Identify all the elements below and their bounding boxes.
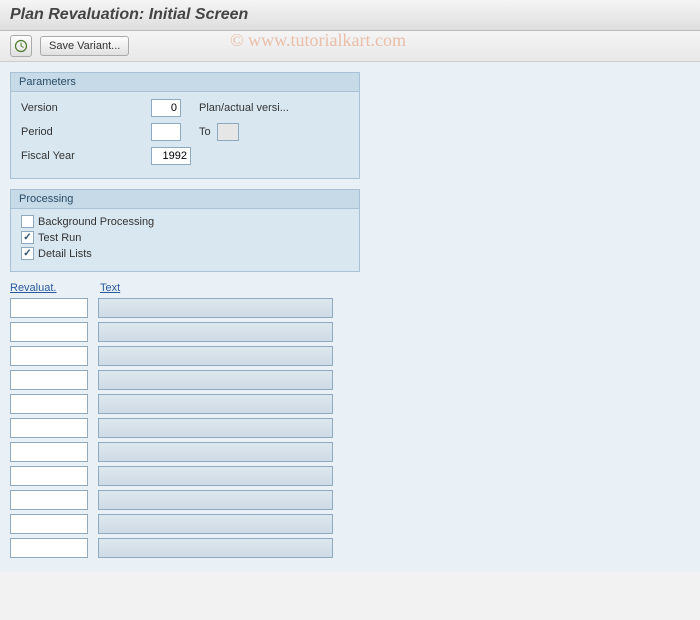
text-input[interactable]	[98, 490, 333, 510]
revaluat-input[interactable]	[10, 418, 88, 438]
revaluat-input[interactable]	[10, 298, 88, 318]
processing-group: Processing Background Processing Test Ru…	[10, 189, 360, 272]
list-row	[10, 322, 690, 342]
text-input[interactable]	[98, 418, 333, 438]
parameters-group-title: Parameters	[11, 73, 359, 92]
period-label: Period	[21, 126, 151, 138]
revaluat-input[interactable]	[10, 514, 88, 534]
detail-checkbox[interactable]	[21, 247, 34, 260]
text-input[interactable]	[98, 466, 333, 486]
list-row	[10, 346, 690, 366]
revaluat-header[interactable]: Revaluat.	[10, 282, 100, 294]
text-input[interactable]	[98, 322, 333, 342]
list-row	[10, 298, 690, 318]
revaluat-input[interactable]	[10, 442, 88, 462]
list-row	[10, 514, 690, 534]
toolbar: Save Variant...	[0, 31, 700, 62]
text-input[interactable]	[98, 298, 333, 318]
period-from-input[interactable]	[151, 123, 181, 141]
revaluat-input[interactable]	[10, 346, 88, 366]
content-area: Parameters Version Plan/actual versi... …	[0, 62, 700, 572]
revaluat-input[interactable]	[10, 394, 88, 414]
background-checkbox[interactable]	[21, 215, 34, 228]
list-row	[10, 442, 690, 462]
parameters-group: Parameters Version Plan/actual versi... …	[10, 72, 360, 179]
execute-button[interactable]	[10, 35, 32, 57]
text-input[interactable]	[98, 442, 333, 462]
fiscal-year-label: Fiscal Year	[21, 150, 151, 162]
list-row	[10, 370, 690, 390]
text-input[interactable]	[98, 394, 333, 414]
version-desc: Plan/actual versi...	[199, 102, 289, 114]
version-label: Version	[21, 102, 151, 114]
list-row	[10, 418, 690, 438]
revaluat-input[interactable]	[10, 538, 88, 558]
period-to-label: To	[199, 126, 211, 138]
revaluat-input[interactable]	[10, 490, 88, 510]
revaluat-input[interactable]	[10, 370, 88, 390]
testrun-checkbox[interactable]	[21, 231, 34, 244]
detail-label: Detail Lists	[38, 248, 92, 260]
version-input[interactable]	[151, 99, 181, 117]
text-header[interactable]: Text	[100, 282, 300, 294]
list-row	[10, 394, 690, 414]
processing-group-title: Processing	[11, 190, 359, 209]
list-row	[10, 538, 690, 558]
list-row	[10, 466, 690, 486]
revaluat-input[interactable]	[10, 322, 88, 342]
fiscal-year-input[interactable]	[151, 147, 191, 165]
text-input[interactable]	[98, 538, 333, 558]
clock-execute-icon	[14, 39, 28, 53]
period-to-input[interactable]	[217, 123, 239, 141]
text-input[interactable]	[98, 514, 333, 534]
text-input[interactable]	[98, 370, 333, 390]
list-section: Revaluat. Text	[10, 282, 690, 558]
list-row	[10, 490, 690, 510]
revaluat-input[interactable]	[10, 466, 88, 486]
testrun-label: Test Run	[38, 232, 81, 244]
page-title: Plan Revaluation: Initial Screen	[0, 0, 700, 31]
save-variant-button[interactable]: Save Variant...	[40, 36, 129, 56]
text-input[interactable]	[98, 346, 333, 366]
background-label: Background Processing	[38, 216, 154, 228]
